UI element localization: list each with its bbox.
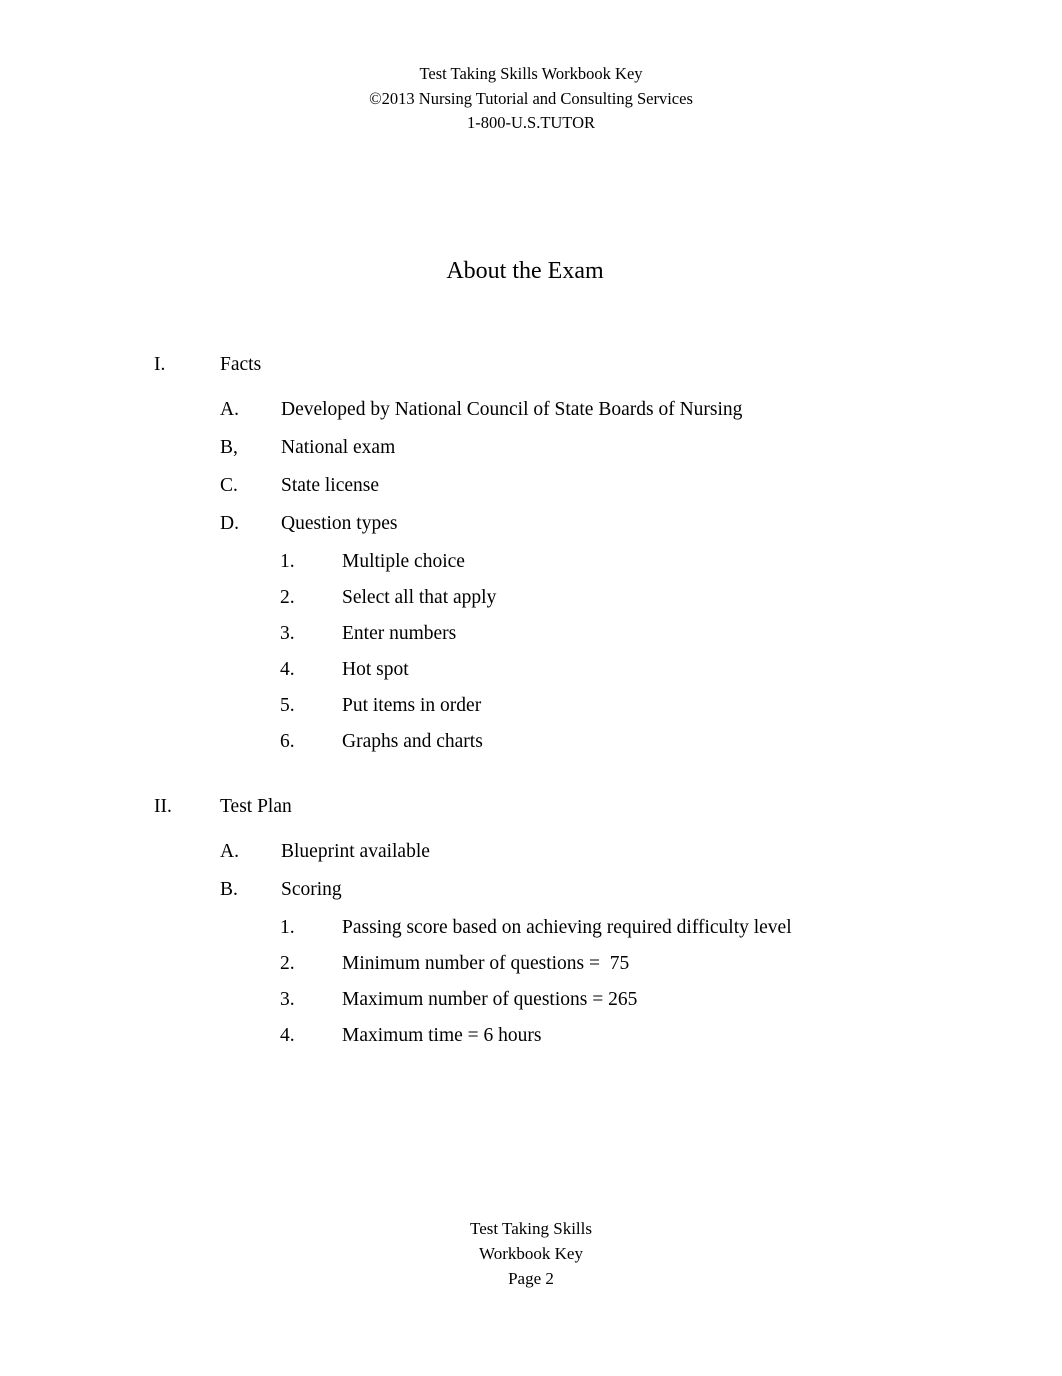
item-label: Scoring [281,879,342,900]
list-item: 1. Multiple choice [0,549,1062,574]
list-item: 4. Maximum time = 6 hours [0,1023,1062,1048]
list-item: 3. Maximum number of questions = 265 [0,987,1062,1012]
subitem-marker: 6. [280,731,295,752]
footer-page-number: Page 2 [508,1269,554,1288]
subitem-label: Multiple choice [342,551,465,572]
section-heading-1: I. Facts [0,352,1062,377]
subitem-label: Maximum time = 6 hours [342,1025,542,1046]
list-item: 3. Enter numbers [0,621,1062,646]
list-item: 4. Hot spot [0,657,1062,682]
subitem-marker: 1. [280,551,295,572]
outline-body: I. Facts A. Developed by National Counci… [0,352,1062,1059]
footer-line-subtitle: Workbook Key [479,1244,583,1263]
subitem-label: Maximum number of questions = 265 [342,989,638,1010]
subitem-marker: 5. [280,695,295,716]
list-item: 5. Put items in order [0,693,1062,718]
document-footer: Test Taking Skills Workbook Key Page 2 [0,1216,1062,1291]
subitem-label: Passing score based on achieving require… [342,917,792,938]
header-line-copyright: ©2013 Nursing Tutorial and Consulting Se… [369,88,693,108]
subitem-label: Minimum number of questions = 75 [342,953,630,974]
list-item: 2. Select all that apply [0,585,1062,610]
subitem-marker: 3. [280,623,295,644]
list-item: 1. Passing score based on achieving requ… [0,915,1062,940]
section-heading-2: II. Test Plan [0,794,1062,819]
section-marker: II. [154,796,172,817]
list-item: 6. Graphs and charts [0,729,1062,754]
document-header: Test Taking Skills Workbook Key ©2013 Nu… [0,62,1062,136]
subitem-marker: 1. [280,917,295,938]
subitem-label: Enter numbers [342,623,457,644]
item-marker: A. [220,399,239,420]
section-label: Facts [220,354,262,375]
list-item: A. Blueprint available [0,839,1062,864]
question-types-list: 1. Multiple choice 2. Select all that ap… [0,549,1062,754]
document-page: Test Taking Skills Workbook Key ©2013 Nu… [0,0,1062,1376]
subitem-marker: 3. [280,989,295,1010]
item-marker: D. [220,513,239,534]
subitem-label: Hot spot [342,659,409,680]
header-line-phone: 1-800-U.S.TUTOR [466,113,596,132]
list-item: C. State license [0,473,1062,498]
item-label: State license [281,475,380,496]
subitem-marker: 2. [280,587,295,608]
list-item: B, National exam [0,435,1062,460]
section-label: Test Plan [220,796,292,817]
section-marker: I. [154,354,166,375]
item-label: Question types [281,513,398,534]
list-item: 2. Minimum number of questions = 75 [0,951,1062,976]
outline-section-2: II. Test Plan A. Blueprint available B. … [0,794,1062,1048]
item-label: Blueprint available [281,841,430,862]
subitem-marker: 4. [280,659,295,680]
section-1-items: A. Developed by National Council of Stat… [0,397,1062,754]
item-marker: B, [220,437,238,458]
page-title: About the Exam [446,258,604,284]
item-label: National exam [281,437,396,458]
list-item: B. Scoring [0,877,1062,902]
item-marker: A. [220,841,239,862]
subitem-label: Select all that apply [342,587,497,608]
scoring-list: 1. Passing score based on achieving requ… [0,915,1062,1048]
item-label: Developed by National Council of State B… [281,399,743,420]
subitem-marker: 2. [280,953,295,974]
header-line-title: Test Taking Skills Workbook Key [419,64,643,83]
subitem-label: Put items in order [342,695,482,716]
section-2-items: A. Blueprint available B. Scoring 1. Pas… [0,839,1062,1048]
subitem-marker: 4. [280,1025,295,1046]
outline-section-1: I. Facts A. Developed by National Counci… [0,352,1062,754]
subitem-label: Graphs and charts [342,731,483,752]
item-marker: B. [220,879,238,900]
list-item: D. Question types [0,511,1062,536]
list-item: A. Developed by National Council of Stat… [0,397,1062,422]
footer-line-title: Test Taking Skills [470,1219,592,1238]
item-marker: C. [220,475,238,496]
